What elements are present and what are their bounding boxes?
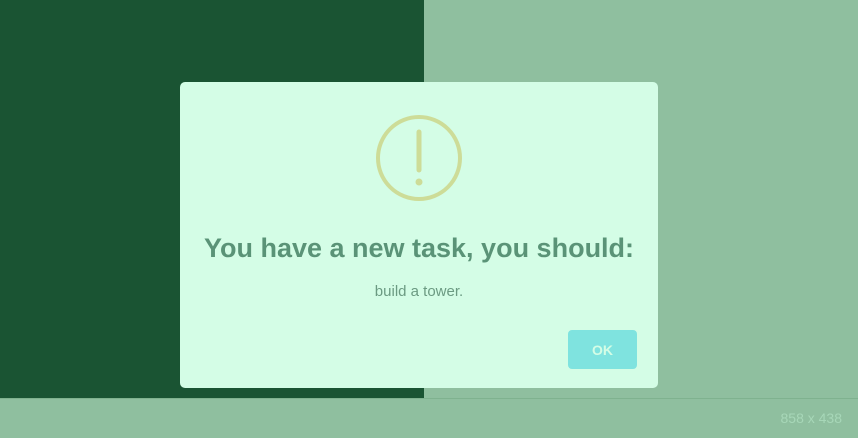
bottom-band: 858 x 438 [0, 398, 858, 438]
alert-dialog: You have a new task, you should: build a… [180, 82, 658, 388]
size-label: 858 x 438 [780, 410, 843, 426]
warning-circle-icon [376, 115, 462, 201]
ok-button[interactable]: OK [568, 330, 637, 369]
dialog-message: build a tower. [374, 283, 464, 300]
dialog-title: You have a new task, you should: [203, 233, 635, 263]
screen: 858 x 438 You have a new task, you shoul… [0, 0, 858, 438]
